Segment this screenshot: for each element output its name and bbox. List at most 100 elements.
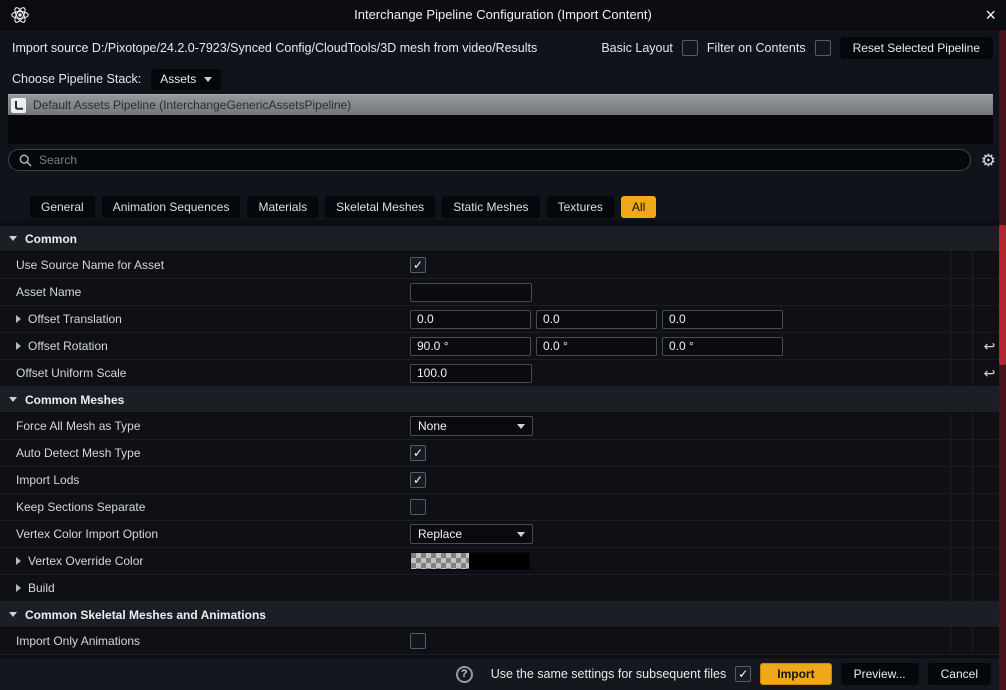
import-lods-checkbox[interactable]: ✓	[410, 472, 426, 488]
expand-arrow-icon[interactable]	[16, 342, 21, 350]
property-row-offset-translation: Offset Translation	[0, 306, 1006, 333]
vertex-color-import-option-dropdown[interactable]: Replace	[410, 524, 533, 544]
subsequent-files-checkbox[interactable]: ✓	[735, 666, 751, 682]
property-label-text: Import Lods	[16, 473, 79, 487]
property-value	[410, 628, 950, 654]
reset-to-default-icon[interactable]: ↩	[984, 339, 996, 353]
use-source-name-for-asset-checkbox[interactable]: ✓	[410, 257, 426, 273]
chevron-down-icon	[9, 397, 17, 402]
help-icon[interactable]: ?	[456, 666, 473, 683]
auto-detect-mesh-type-checkbox[interactable]: ✓	[410, 445, 426, 461]
tab-skeletal-meshes[interactable]: Skeletal Meshes	[325, 196, 435, 218]
import-source-label: Import source D:/Pixotope/24.2.0-7923/Sy…	[12, 41, 537, 55]
row-right-zone	[950, 440, 1006, 466]
tab-materials[interactable]: Materials	[247, 196, 318, 218]
section-header-common-skeletal-meshes-and-animations[interactable]: Common Skeletal Meshes and Animations	[0, 602, 1006, 628]
property-label-text: Import Only Animations	[16, 634, 140, 648]
divider-cell	[951, 279, 973, 305]
pipeline-stack-icon	[11, 98, 26, 113]
chevron-down-icon	[9, 236, 17, 241]
tab-textures[interactable]: Textures	[547, 196, 614, 218]
expand-arrow-icon[interactable]	[16, 584, 21, 592]
preview-button[interactable]: Preview...	[841, 663, 919, 685]
row-right-zone	[950, 252, 1006, 278]
property-label-text: Force All Mesh as Type	[16, 419, 141, 433]
vertical-scrollbar	[999, 30, 1006, 690]
property-row-use-source-name-for-asset: Use Source Name for Asset✓	[0, 252, 1006, 279]
property-value	[410, 548, 950, 574]
section-header-common-meshes[interactable]: Common Meshes	[0, 387, 1006, 413]
row-right-zone	[950, 467, 1006, 493]
color-solid	[469, 553, 529, 569]
property-value	[410, 494, 950, 520]
offset-translation-input-y[interactable]	[536, 310, 657, 329]
row-right-zone	[950, 494, 1006, 520]
tab-general[interactable]: General	[30, 196, 95, 218]
offset-translation-input-x[interactable]	[410, 310, 531, 329]
unreal-logo-icon	[10, 5, 30, 25]
row-right-zone	[950, 575, 1006, 601]
divider-cell	[951, 521, 973, 547]
section-header-common[interactable]: Common	[0, 226, 1006, 252]
property-value: ✓	[410, 252, 950, 278]
filter-on-contents-label: Filter on Contents	[707, 41, 806, 55]
property-row-offset-uniform-scale: Offset Uniform Scale ↩	[0, 360, 1006, 387]
offset-rotation-input-y[interactable]	[536, 337, 657, 356]
divider-cell	[951, 413, 973, 439]
divider-cell	[951, 628, 973, 654]
property-row-keep-sections-separate: Keep Sections Separate	[0, 494, 1006, 521]
search-input[interactable]	[39, 153, 960, 167]
filter-tabs: General Animation Sequences Materials Skele…	[0, 194, 1006, 220]
reset-selected-pipeline-button[interactable]: Reset Selected Pipeline	[840, 37, 993, 59]
pipeline-stack-dropdown[interactable]: Assets	[151, 69, 221, 90]
pipeline-list-item[interactable]: Default Assets Pipeline (InterchangeGene…	[8, 94, 993, 115]
divider-cell	[951, 548, 973, 574]
spacer	[0, 174, 1006, 194]
offset-uniform-scale-input[interactable]	[410, 364, 532, 383]
property-row-vertex-override-color: Vertex Override Color	[0, 548, 1006, 575]
offset-rotation-input-z[interactable]	[662, 337, 783, 356]
import-button[interactable]: Import	[760, 663, 831, 685]
property-value: ✓	[410, 467, 950, 493]
subsequent-files-label: Use the same settings for subsequent fil…	[491, 667, 727, 681]
expand-arrow-icon[interactable]	[16, 315, 21, 323]
divider-cell	[951, 575, 973, 601]
alpha-checker	[411, 553, 469, 569]
property-value: Replace	[410, 521, 950, 547]
vertex-override-color-swatch[interactable]	[410, 552, 530, 570]
row-right-zone	[950, 628, 1006, 654]
property-row-build: Build	[0, 575, 1006, 602]
reset-to-default-icon[interactable]: ↩	[984, 366, 996, 380]
property-label: Keep Sections Separate	[0, 494, 410, 520]
gear-icon[interactable]: ⚙	[981, 152, 996, 169]
tab-all[interactable]: All	[621, 196, 656, 218]
keep-sections-separate-checkbox[interactable]	[410, 499, 426, 515]
chevron-down-icon	[204, 77, 212, 82]
pipeline-item-label: Default Assets Pipeline (InterchangeGene…	[33, 98, 351, 112]
property-label-text: Offset Rotation	[28, 339, 108, 353]
offset-rotation-input-x[interactable]	[410, 337, 531, 356]
basic-layout-checkbox[interactable]	[682, 40, 698, 56]
tab-animation-sequences[interactable]: Animation Sequences	[102, 196, 241, 218]
expand-arrow-icon[interactable]	[16, 557, 21, 565]
properties-panel: CommonUse Source Name for Asset✓Asset Na…	[0, 220, 1006, 657]
section-title: Common Meshes	[25, 393, 124, 407]
property-label: Force All Mesh as Type	[0, 413, 410, 439]
force-all-mesh-as-type-dropdown[interactable]: None	[410, 416, 533, 436]
property-label-text: Offset Uniform Scale	[16, 366, 126, 380]
offset-translation-input-z[interactable]	[662, 310, 783, 329]
import-only-animations-checkbox[interactable]	[410, 633, 426, 649]
property-value	[410, 575, 950, 601]
asset-name-input[interactable]	[410, 283, 532, 302]
filter-on-contents-checkbox[interactable]	[815, 40, 831, 56]
tab-static-meshes[interactable]: Static Meshes	[442, 196, 539, 218]
divider-cell	[951, 333, 973, 359]
divider-cell	[951, 440, 973, 466]
section-title: Common	[25, 232, 77, 246]
cancel-button[interactable]: Cancel	[928, 663, 991, 685]
property-label-text: Vertex Override Color	[28, 554, 143, 568]
property-row-import-only-animations: Import Only Animations	[0, 628, 1006, 655]
chevron-down-icon	[9, 612, 17, 617]
scrollbar-thumb[interactable]	[999, 225, 1006, 365]
close-button[interactable]: ×	[985, 6, 996, 24]
